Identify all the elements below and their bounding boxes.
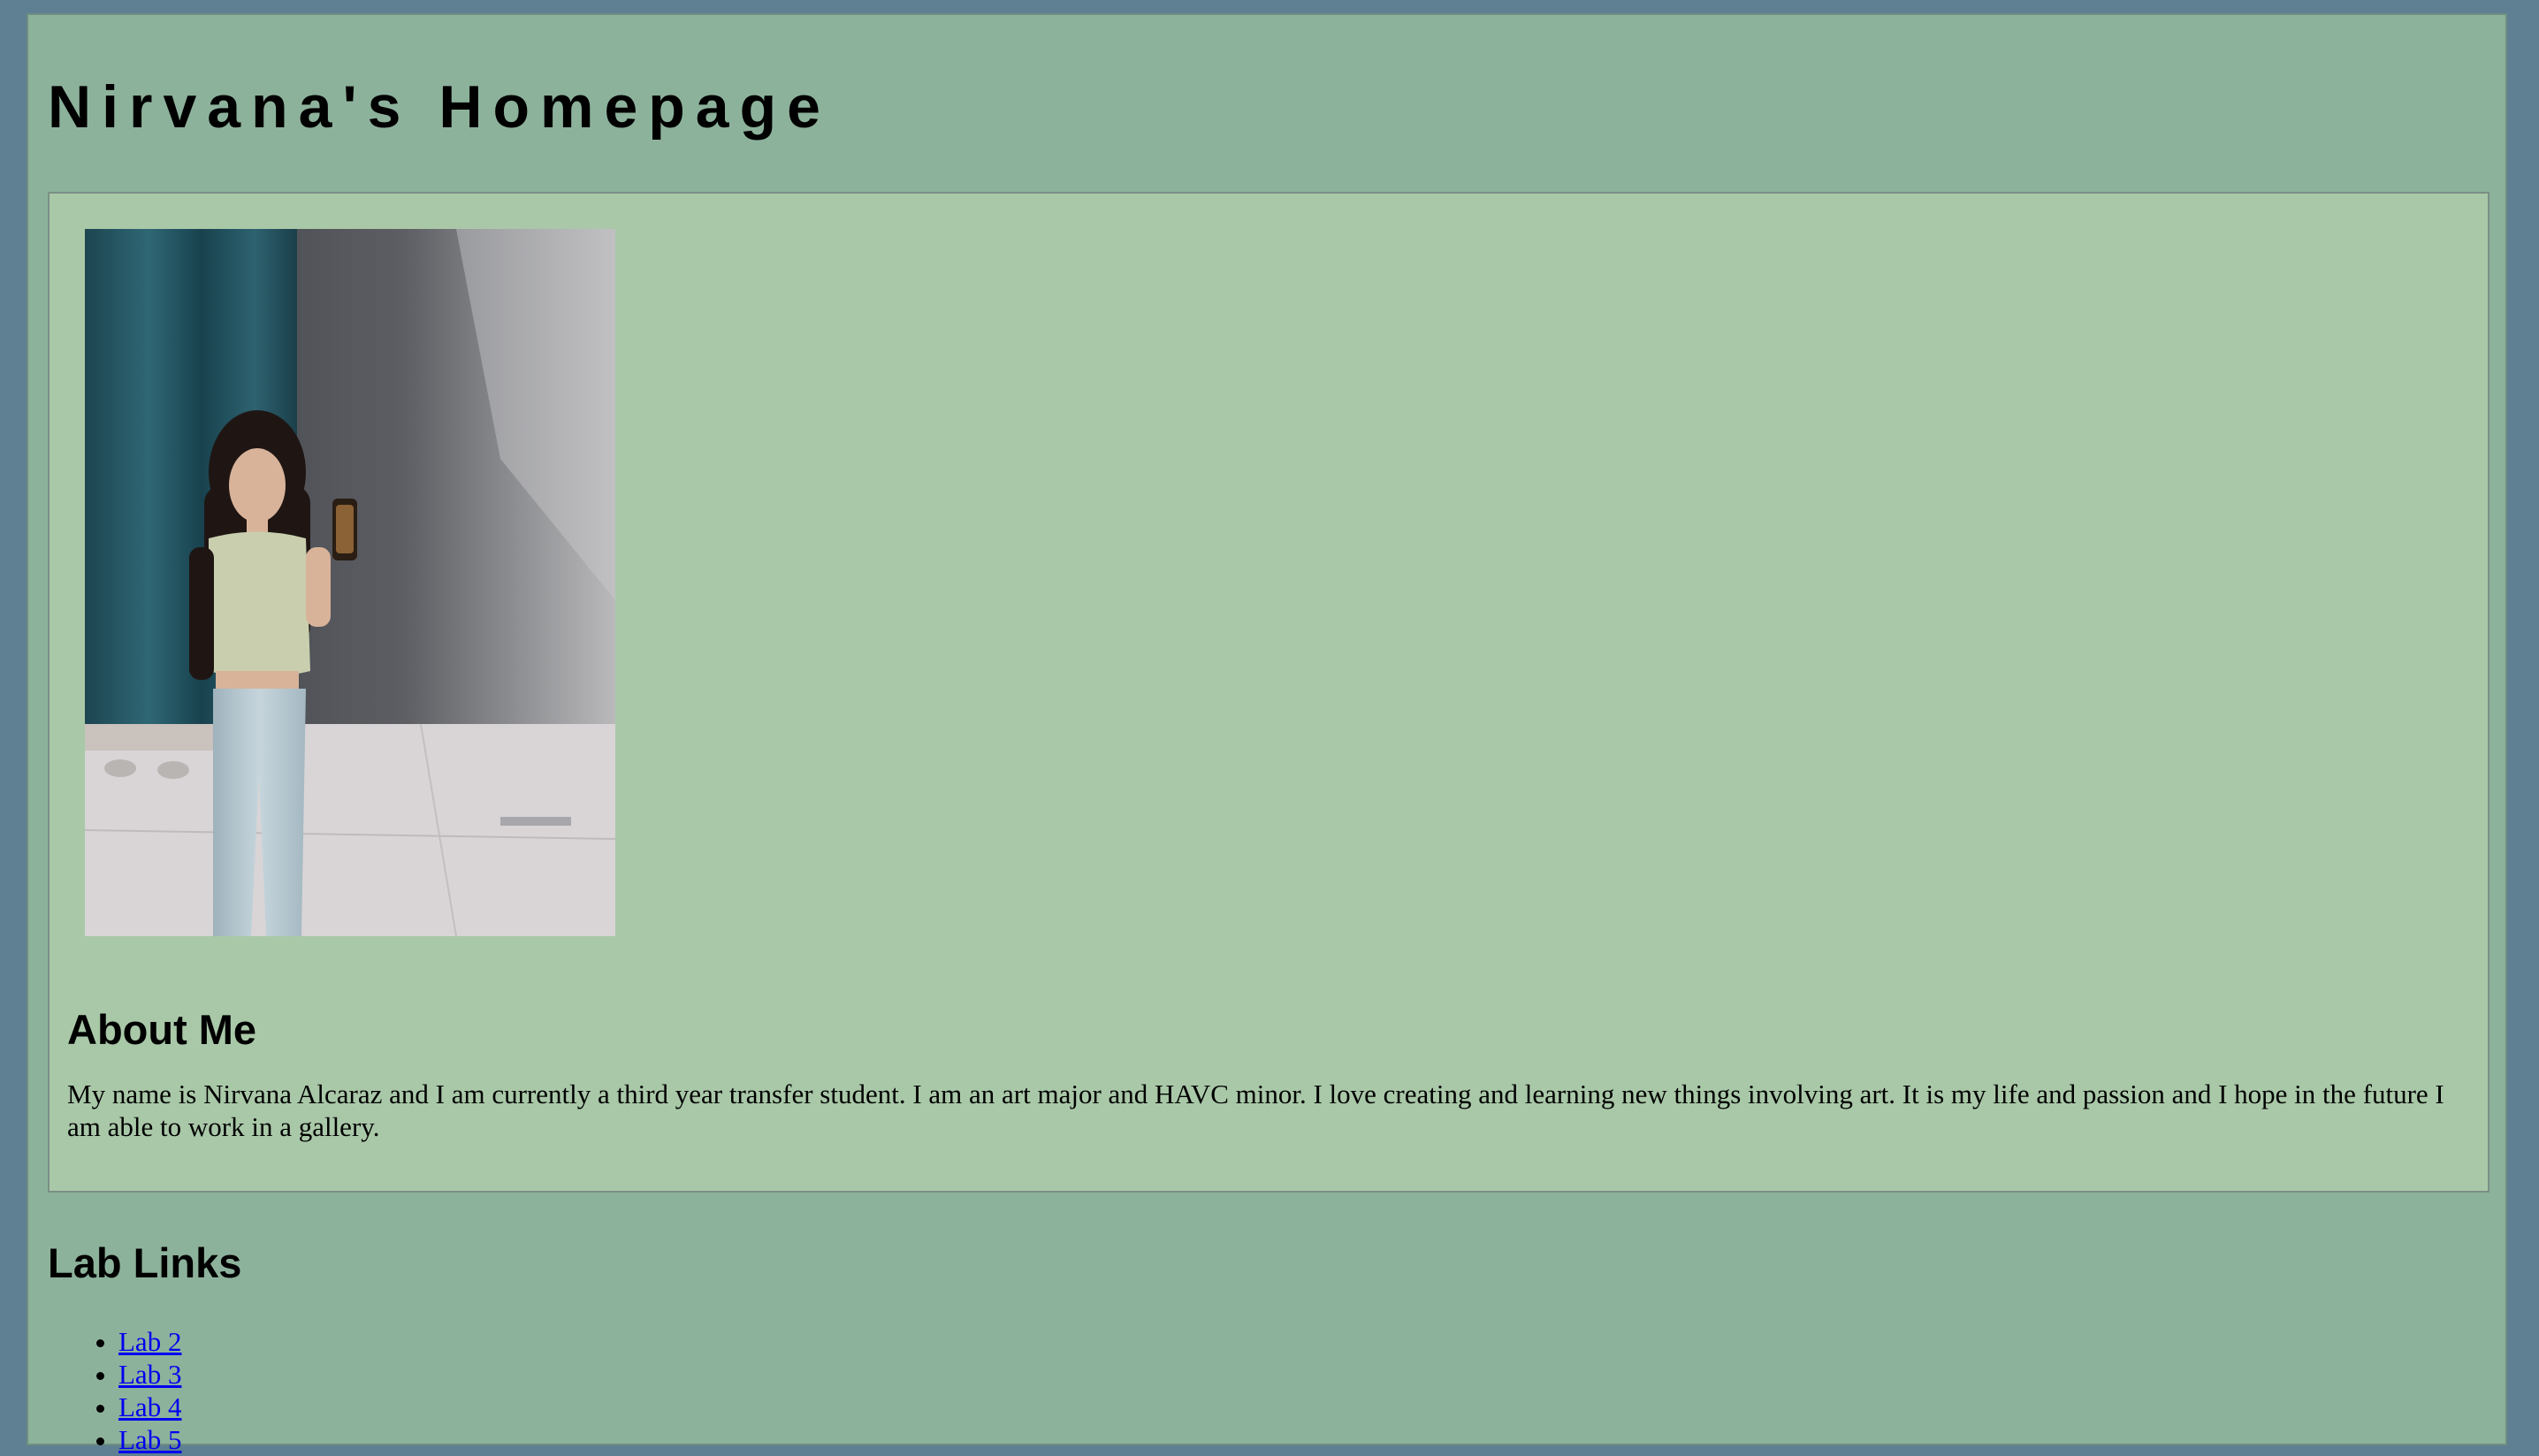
- about-heading: About Me: [67, 1006, 257, 1053]
- list-item: Lab 5: [118, 1423, 181, 1456]
- lab-5-link[interactable]: Lab 5: [118, 1424, 181, 1455]
- list-item: Lab 3: [118, 1358, 181, 1391]
- page-title: Nirvana's Homepage: [48, 73, 831, 141]
- lab-2-link[interactable]: Lab 2: [118, 1326, 181, 1357]
- page-container: Nirvana's Homepage About Me My name is N…: [27, 13, 2507, 1455]
- lab-links-heading: Lab Links: [48, 1239, 242, 1286]
- lab-3-link[interactable]: Lab 3: [118, 1359, 181, 1390]
- about-paragraph: My name is Nirvana Alcaraz and I am curr…: [67, 1079, 2444, 1142]
- about-card: About Me My name is Nirvana Alcaraz and …: [48, 192, 2489, 1193]
- profile-photo: [85, 229, 615, 936]
- lab-links-list: Lab 2 Lab 3 Lab 4 Lab 5: [74, 1325, 181, 1456]
- lab-4-link[interactable]: Lab 4: [118, 1391, 181, 1422]
- list-item: Lab 4: [118, 1391, 181, 1423]
- list-item: Lab 2: [118, 1325, 181, 1358]
